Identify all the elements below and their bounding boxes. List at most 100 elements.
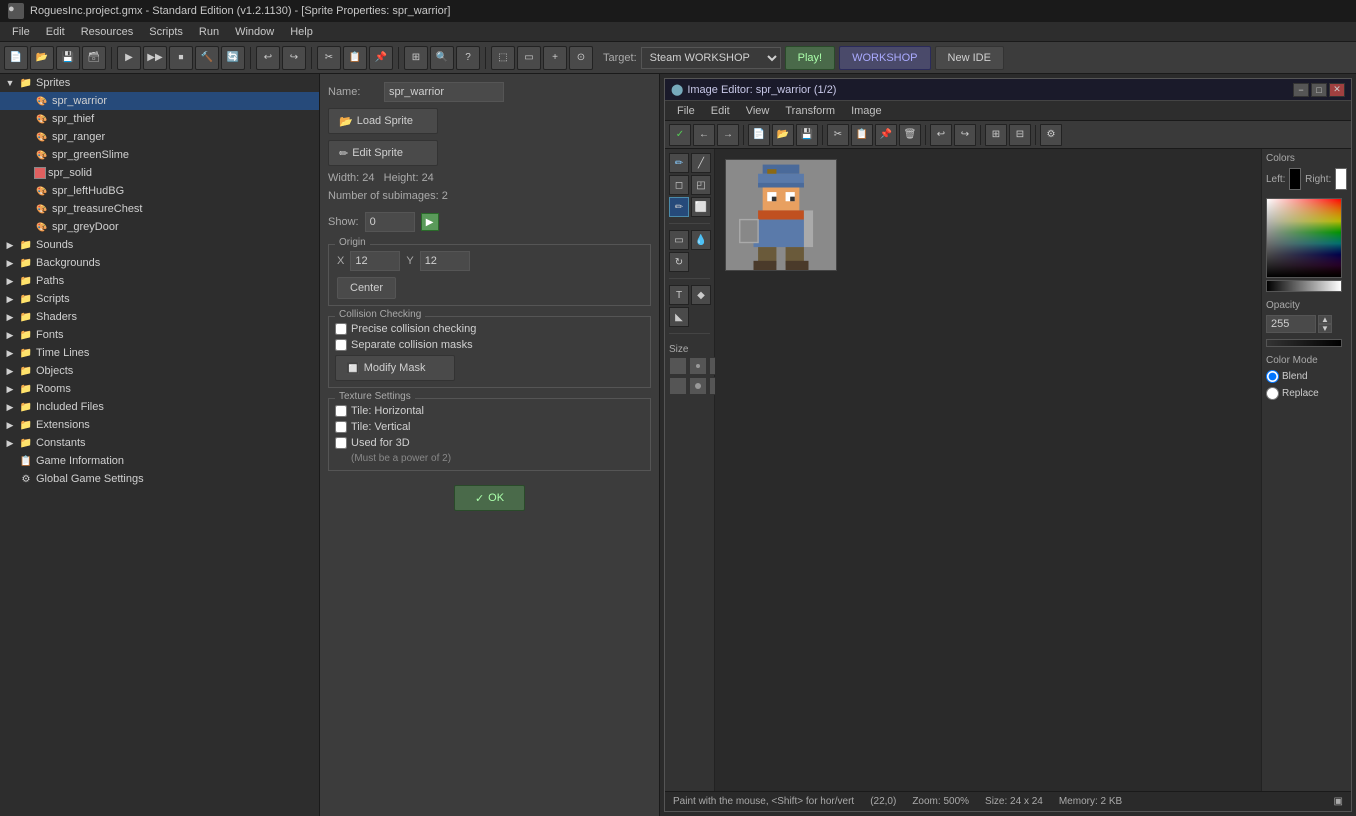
ie-tb-grid[interactable]: ⊞ — [985, 124, 1007, 146]
open-button[interactable]: 📂 — [30, 46, 54, 70]
ie-close-btn[interactable]: ✕ — [1329, 83, 1345, 97]
ie-tb-right[interactable]: → — [717, 124, 739, 146]
blend-radio[interactable] — [1266, 370, 1279, 383]
tree-constants[interactable]: ▶ 📁 Constants — [0, 434, 319, 452]
ie-tb-cut[interactable]: ✂ — [827, 124, 849, 146]
tree-included-files[interactable]: ▶ 📁 Included Files — [0, 398, 319, 416]
stop-button[interactable]: ⏹ — [169, 46, 193, 70]
tool-select-rect[interactable]: ▭ — [669, 230, 689, 250]
used3d-checkbox[interactable] — [335, 437, 347, 449]
tree-spr-lefthud[interactable]: 🎨 spr_leftHudBG — [0, 182, 319, 200]
ie-tb-paste[interactable]: 📌 — [875, 124, 897, 146]
ie-tb-redo[interactable]: ↪ — [954, 124, 976, 146]
clean-button[interactable]: 🔄 — [221, 46, 245, 70]
origin-y-input[interactable] — [420, 251, 470, 271]
undo-button[interactable]: ↩ — [256, 46, 280, 70]
size-med-dot[interactable] — [689, 377, 707, 395]
show-input[interactable] — [365, 212, 415, 232]
build-button[interactable]: 🔨 — [195, 46, 219, 70]
tree-spr-ranger[interactable]: 🎨 spr_ranger — [0, 128, 319, 146]
redo-button[interactable]: ↪ — [282, 46, 306, 70]
tree-spr-solid[interactable]: spr_solid — [0, 164, 319, 182]
load-sprite-button[interactable]: 📂 Load Sprite — [328, 108, 438, 134]
tb-extra3[interactable]: + — [543, 46, 567, 70]
menu-run[interactable]: Run — [191, 24, 227, 40]
tree-shaders[interactable]: ▶ 📁 Shaders — [0, 308, 319, 326]
ie-tb-left[interactable]: ← — [693, 124, 715, 146]
tile-h-checkbox[interactable] — [335, 405, 347, 417]
play-button[interactable]: ▶ — [117, 46, 141, 70]
tree-fonts[interactable]: ▶ 📁 Fonts — [0, 326, 319, 344]
tree-rooms[interactable]: ▶ 📁 Rooms — [0, 380, 319, 398]
show-arrow-button[interactable]: ▶ — [421, 213, 439, 231]
save-button[interactable]: 💾 — [56, 46, 80, 70]
cut-button[interactable]: ✂ — [317, 46, 341, 70]
tree-objects[interactable]: ▶ 📁 Objects — [0, 362, 319, 380]
tb-extra4[interactable]: ⊙ — [569, 46, 593, 70]
ie-menu-view[interactable]: View — [738, 103, 778, 119]
zoom-in-button[interactable]: 🔍 — [430, 46, 454, 70]
tool-rotate[interactable]: ↻ — [669, 252, 689, 272]
color-spectrum[interactable] — [1266, 198, 1342, 278]
ie-tb-save[interactable]: 💾 — [796, 124, 818, 146]
tool-corner[interactable]: ◣ — [669, 307, 689, 327]
tile-v-checkbox[interactable] — [335, 421, 347, 433]
tree-sprites[interactable]: ▼ 📁 Sprites — [0, 74, 319, 92]
play-debug[interactable]: ▶▶ — [143, 46, 167, 70]
tb-extra2[interactable]: ▭ — [517, 46, 541, 70]
ie-tb-delete[interactable]: 🗑 — [899, 124, 921, 146]
tree-scripts[interactable]: ▶ 📁 Scripts — [0, 290, 319, 308]
ie-menu-image[interactable]: Image — [843, 103, 890, 119]
sprite-canvas[interactable] — [725, 159, 837, 271]
tree-game-info[interactable]: 📋 Game Information — [0, 452, 319, 470]
tree-timelines[interactable]: ▶ 📁 Time Lines — [0, 344, 319, 362]
tree-spr-greenslime[interactable]: 🎨 spr_greenSlime — [0, 146, 319, 164]
tool-text[interactable]: T — [669, 285, 689, 305]
ie-tb-undo[interactable]: ↩ — [930, 124, 952, 146]
ie-tb-open[interactable]: 📂 — [772, 124, 794, 146]
ie-menu-file[interactable]: File — [669, 103, 703, 119]
tool-paint[interactable]: ✏ — [669, 197, 689, 217]
tool-diagonal[interactable]: ◰ — [691, 175, 711, 195]
play-button-main[interactable]: Play! — [785, 46, 835, 70]
separate-checkbox[interactable] — [335, 339, 347, 351]
tree-spr-treasure[interactable]: 🎨 spr_treasureChest — [0, 200, 319, 218]
tool-eraser[interactable]: ◻ — [669, 175, 689, 195]
opacity-up-btn[interactable]: ▲ — [1318, 315, 1332, 324]
tool-fill[interactable]: ⬜ — [691, 197, 711, 217]
size-small-dot[interactable] — [689, 357, 707, 375]
tool-line[interactable]: ╱ — [691, 153, 711, 173]
tree-spr-warrior[interactable]: 🎨 spr_warrior — [0, 92, 319, 110]
ie-tb-settings[interactable]: ⚙ — [1040, 124, 1062, 146]
opacity-down-btn[interactable]: ▼ — [1318, 324, 1332, 333]
ie-minimize-btn[interactable]: − — [1293, 83, 1309, 97]
ie-menu-edit[interactable]: Edit — [703, 103, 738, 119]
help-button[interactable]: ? — [456, 46, 480, 70]
tree-spr-thief[interactable]: 🎨 spr_thief — [0, 110, 319, 128]
color-bw-bar[interactable] — [1266, 280, 1342, 292]
opacity-bar[interactable] — [1266, 339, 1342, 347]
paste-button[interactable]: 📌 — [369, 46, 393, 70]
target-select[interactable]: Steam WORKSHOP — [641, 47, 781, 69]
ie-tb-tile[interactable]: ⊟ — [1009, 124, 1031, 146]
tool-diamond[interactable]: ◆ — [691, 285, 711, 305]
replace-radio[interactable] — [1266, 387, 1279, 400]
tool-colorpick[interactable]: 💧 — [691, 230, 711, 250]
grid-button[interactable]: ⊞ — [404, 46, 428, 70]
menu-scripts[interactable]: Scripts — [141, 24, 191, 40]
tree-spr-greydoor[interactable]: 🎨 spr_greyDoor — [0, 218, 319, 236]
size-small-tl[interactable] — [669, 357, 687, 375]
save-as-button[interactable]: 🗃 — [82, 46, 106, 70]
size-med-tl[interactable] — [669, 377, 687, 395]
center-button[interactable]: Center — [337, 277, 396, 299]
ok-button[interactable]: ✓ OK — [454, 485, 525, 511]
tree-paths[interactable]: ▶ 📁 Paths — [0, 272, 319, 290]
menu-window[interactable]: Window — [227, 24, 282, 40]
ie-maximize-btn[interactable]: □ — [1311, 83, 1327, 97]
tree-backgrounds[interactable]: ▶ 📁 Backgrounds — [0, 254, 319, 272]
workshop-button[interactable]: WORKSHOP — [839, 46, 930, 70]
ie-tb-new[interactable]: 📄 — [748, 124, 770, 146]
tree-sounds[interactable]: ▶ 📁 Sounds — [0, 236, 319, 254]
menu-edit[interactable]: Edit — [38, 24, 73, 40]
tb-extra1[interactable]: ⬚ — [491, 46, 515, 70]
